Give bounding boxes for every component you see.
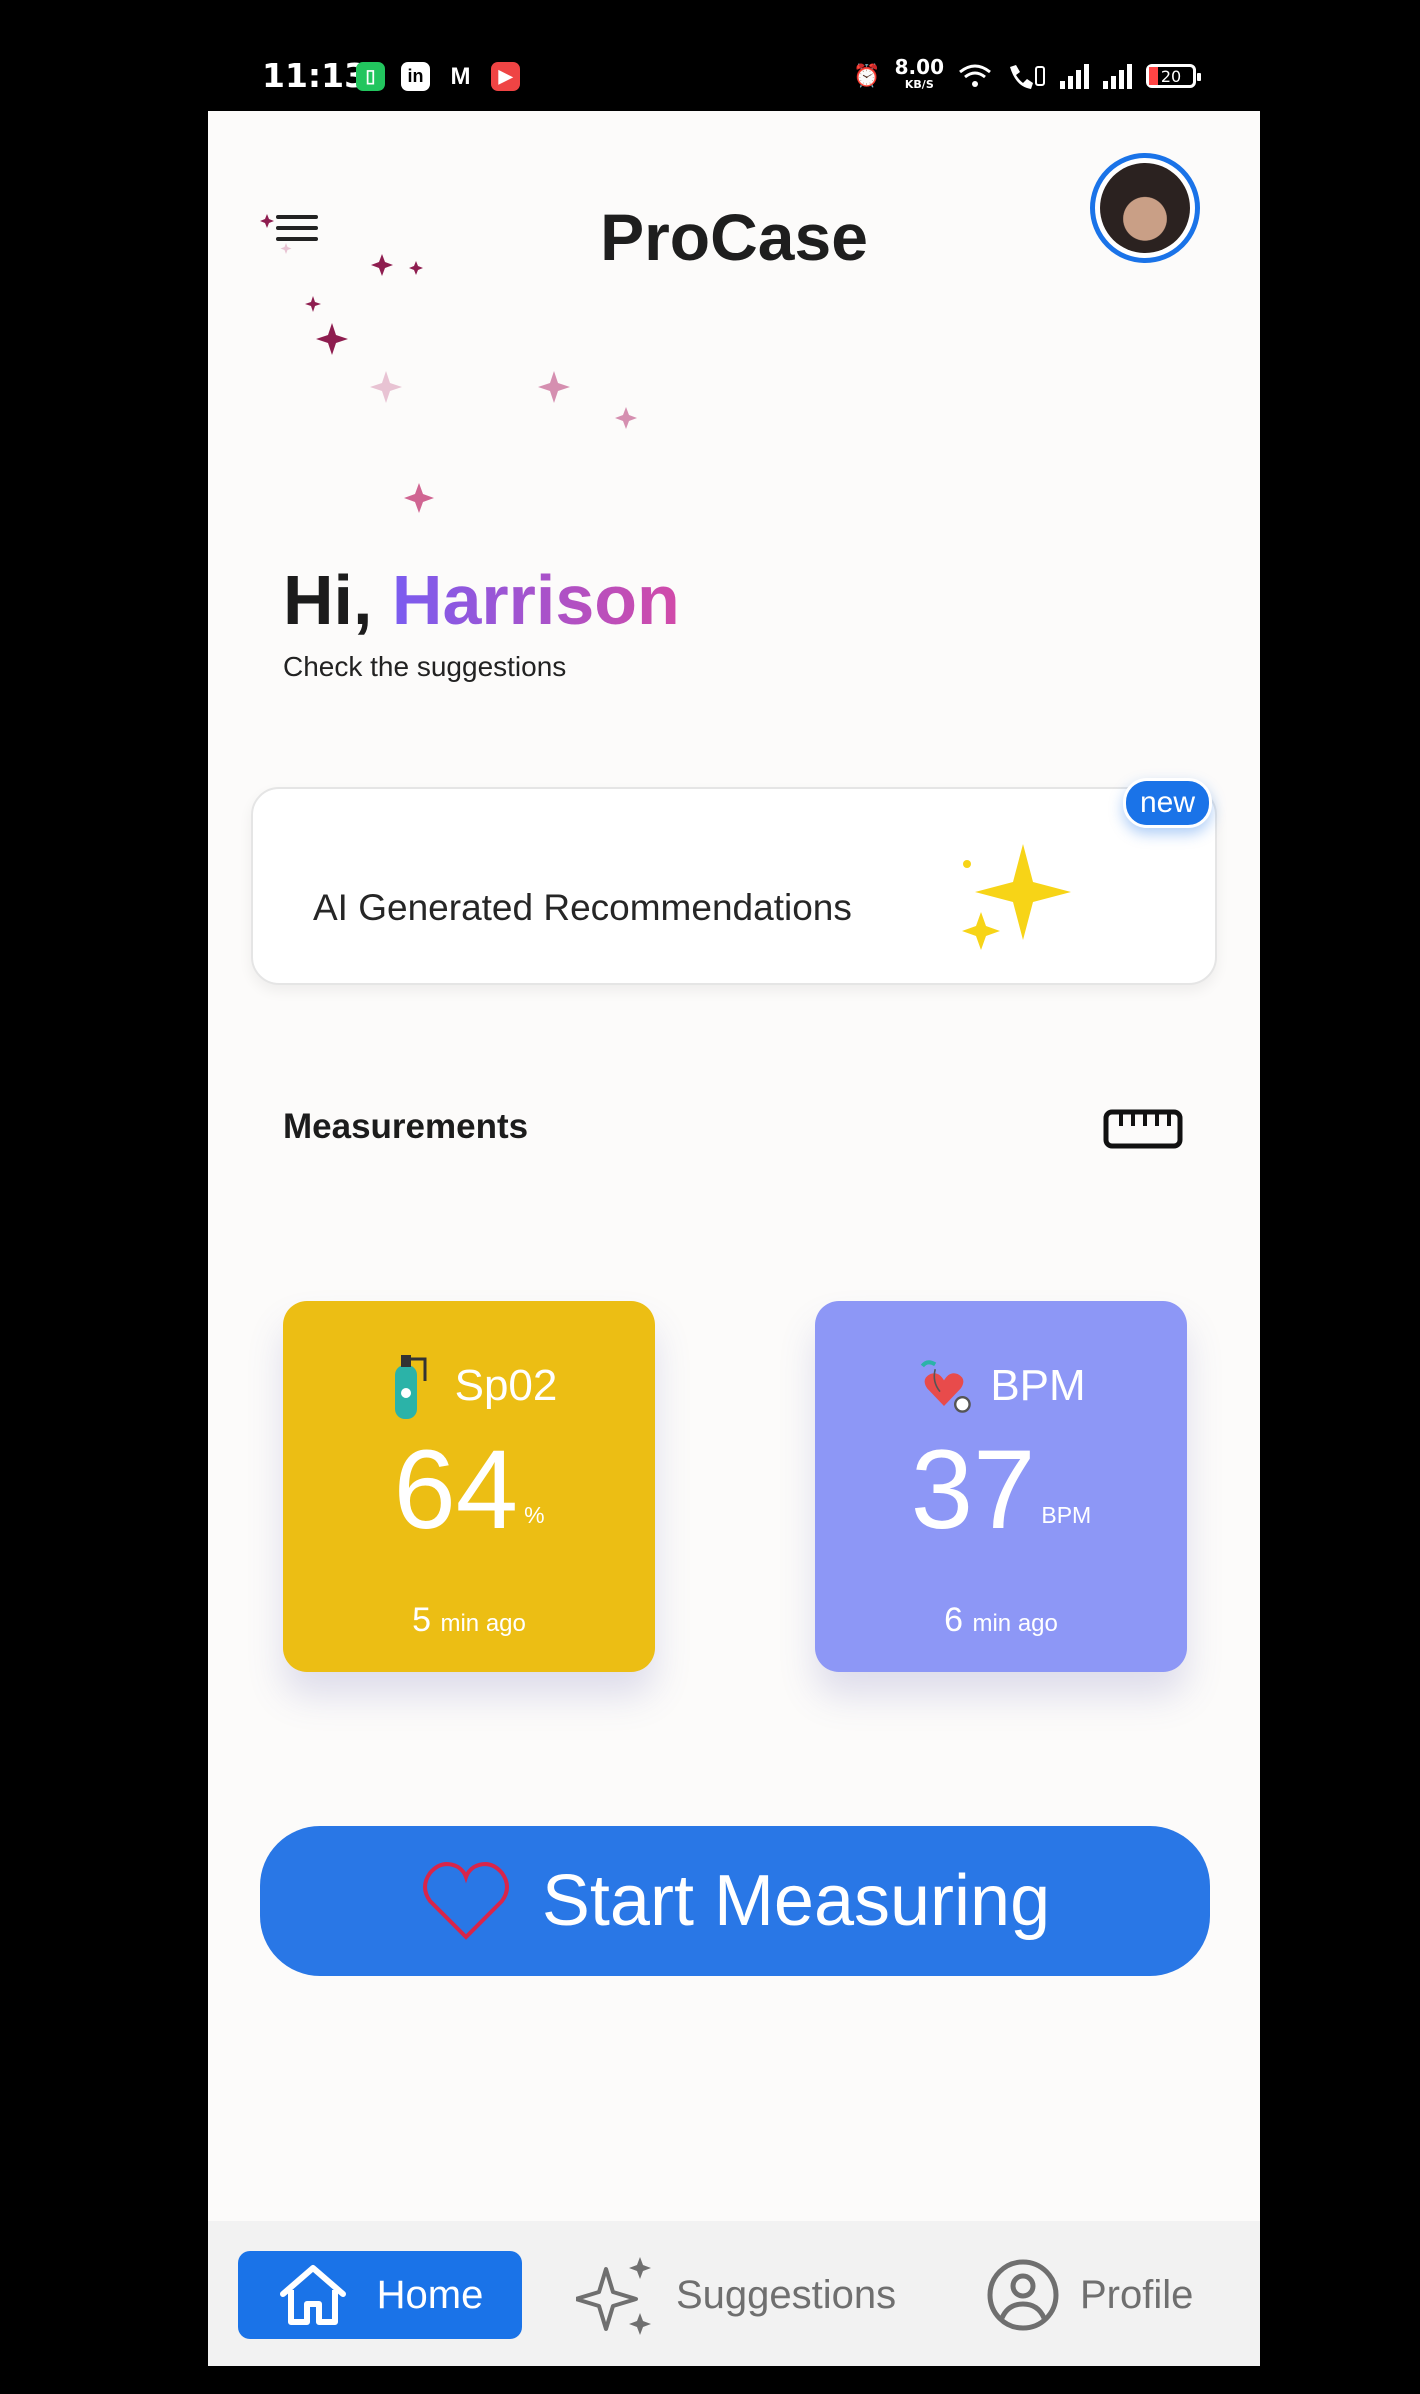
network-speed: 8.00 KB/S bbox=[894, 55, 944, 91]
decorative-sparkles bbox=[305, 254, 637, 513]
call-icon bbox=[1010, 65, 1045, 89]
bpm-reading: 37 BPM bbox=[815, 1431, 1187, 1549]
bottom-navigation: Home Suggestions Profile bbox=[208, 2221, 1260, 2366]
ruler-icon[interactable] bbox=[1103, 1107, 1183, 1151]
heart-stethoscope-icon bbox=[921, 1360, 972, 1413]
nav-suggestions[interactable]: Suggestions bbox=[576, 2251, 896, 2339]
start-measuring-button[interactable]: Start Measuring bbox=[260, 1826, 1210, 1976]
heart-outline-icon bbox=[422, 1862, 509, 1940]
sparkle-icon bbox=[962, 844, 1071, 950]
status-time: 11:13 bbox=[262, 56, 368, 95]
bpm-unit: BPM bbox=[1041, 1502, 1092, 1528]
spo2-reading: 64 % bbox=[283, 1431, 655, 1549]
profile-icon bbox=[987, 2259, 1059, 2331]
home-icon bbox=[279, 2265, 346, 2325]
notification-icons: ▯ in M ▶ bbox=[356, 62, 520, 91]
ai-recommendations-card[interactable]: AI Generated Recommendations bbox=[251, 787, 1217, 985]
messages-icon: ▯ bbox=[356, 62, 385, 91]
bpm-timestamp: 6 min ago bbox=[944, 1601, 1058, 1639]
profile-avatar[interactable] bbox=[1090, 153, 1200, 263]
wifi-icon bbox=[959, 64, 991, 87]
nav-profile-label: Profile bbox=[1080, 2272, 1194, 2317]
start-measuring-label: Start Measuring bbox=[541, 1861, 1051, 1941]
gmail-icon: M bbox=[450, 62, 471, 90]
greeting-hi: Hi, bbox=[283, 561, 373, 639]
app-screen: ProCase Hi, Harrison Check the suggestio… bbox=[208, 111, 1260, 2366]
status-indicators: ⏰ 8.00 KB/S 20 bbox=[853, 55, 1201, 94]
nav-home-label: Home bbox=[376, 2272, 484, 2317]
ai-recommendations-label: AI Generated Recommendations bbox=[313, 887, 852, 928]
measurements-title: Measurements bbox=[283, 1107, 529, 1146]
spo2-unit: % bbox=[524, 1502, 545, 1528]
bpm-card[interactable]: BPM 37 BPM 6 min ago bbox=[815, 1301, 1187, 1672]
alarm-icon: ⏰ bbox=[853, 63, 881, 89]
avatar-photo bbox=[1100, 163, 1190, 253]
battery-icon: 20 bbox=[1146, 64, 1201, 88]
status-bar: 11:13 ▯ in M ▶ ⏰ 8.00 KB/S 20 bbox=[0, 0, 1420, 111]
spo2-value: 64 bbox=[393, 1427, 519, 1552]
spo2-timestamp: 5 min ago bbox=[412, 1601, 526, 1639]
greeting-name: Harrison bbox=[391, 561, 680, 639]
greeting-heading: Hi, Harrison bbox=[283, 560, 680, 640]
bpm-header: BPM bbox=[815, 1351, 1187, 1421]
bpm-label: BPM bbox=[990, 1361, 1086, 1410]
oxygen-tank-icon bbox=[394, 1355, 427, 1419]
nav-home[interactable]: Home bbox=[238, 2251, 522, 2339]
recorder-icon: ▶ bbox=[491, 62, 520, 91]
nav-profile[interactable]: Profile bbox=[986, 2251, 1193, 2339]
signal-icon-1 bbox=[1060, 63, 1089, 89]
bpm-value: 37 bbox=[910, 1427, 1036, 1552]
sparkle-icon bbox=[576, 2257, 651, 2335]
greeting-subtitle: Check the suggestions bbox=[283, 651, 567, 682]
nav-suggestions-label: Suggestions bbox=[676, 2272, 897, 2317]
linkedin-icon: in bbox=[401, 62, 430, 91]
signal-icon-2 bbox=[1103, 63, 1132, 89]
spo2-card[interactable]: Sp02 64 % 5 min ago bbox=[283, 1301, 655, 1672]
new-badge: new bbox=[1123, 778, 1213, 828]
spo2-header: Sp02 bbox=[283, 1351, 655, 1421]
spo2-label: Sp02 bbox=[454, 1361, 558, 1410]
